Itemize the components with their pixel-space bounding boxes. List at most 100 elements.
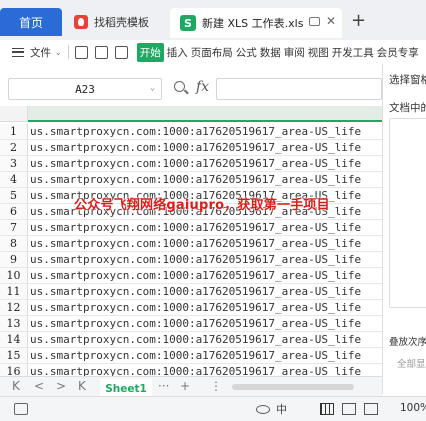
page-break-view-icon[interactable] <box>364 403 378 415</box>
language-indicator[interactable]: 中 <box>276 401 287 417</box>
cell-value[interactable]: us.smartproxycn.com:1000:a17620519617_ar… <box>30 284 361 299</box>
select-all-corner[interactable] <box>0 106 28 122</box>
cell-value[interactable]: us.smartproxycn.com:1000:a17620519617_ar… <box>30 332 361 347</box>
cell-value[interactable]: us.smartproxycn.com:1000:a17620519617_ar… <box>30 156 361 171</box>
cell-value[interactable]: us.smartproxycn.com:1000:a17620519617_ar… <box>30 316 361 331</box>
column-header <box>0 106 382 122</box>
last-sheet-button[interactable]: K <box>78 379 86 393</box>
row-number[interactable]: 16 <box>0 364 28 376</box>
row-number[interactable]: 8 <box>0 236 28 251</box>
cell-value[interactable]: us.smartproxycn.com:1000:a17620519617_ar… <box>30 124 361 139</box>
add-sheet-button[interactable]: + <box>180 379 190 393</box>
cell-value[interactable]: us.smartproxycn.com:1000:a17620519617_ar… <box>30 364 361 376</box>
row-number[interactable]: 14 <box>0 332 28 347</box>
table-row: 10 us.smartproxycn.com:1000:a17620519617_… <box>0 268 382 284</box>
spreadsheet-icon: S <box>180 15 196 31</box>
column-a-header[interactable] <box>28 106 382 122</box>
restore-icon[interactable] <box>309 17 320 26</box>
row-number[interactable]: 12 <box>0 300 28 315</box>
cell-value[interactable]: us.smartproxycn.com:1000:a17620519617_ar… <box>30 348 361 363</box>
save-icon[interactable] <box>74 45 88 59</box>
cell-value[interactable]: us.smartproxycn.com:1000:a17620519617_ar… <box>30 252 361 267</box>
page-layout-view-icon[interactable] <box>342 403 356 415</box>
menu-file[interactable]: 文件 <box>30 45 51 60</box>
prev-sheet-button[interactable]: < <box>34 379 44 393</box>
cell-value[interactable]: us.smartproxycn.com:1000:a17620519617_ar… <box>30 172 361 187</box>
docer-icon <box>74 15 88 29</box>
cell-value[interactable]: us.smartproxycn.com:1000:a17620519617_ar… <box>30 300 361 315</box>
close-tab-icon[interactable]: ✕ <box>326 14 336 28</box>
cell-value[interactable]: us.smartproxycn.com:1000:a17620519617_ar… <box>30 140 361 155</box>
scroll-left-icon[interactable]: ⋮ <box>210 379 222 393</box>
row-number[interactable]: 10 <box>0 268 28 283</box>
menu-view[interactable]: 视图 <box>308 45 329 60</box>
hamburger-icon[interactable] <box>12 47 24 57</box>
table-row: 9 us.smartproxycn.com:1000:a17620519617_a… <box>0 252 382 268</box>
table-row: 16 us.smartproxycn.com:1000:a17620519617_… <box>0 364 382 376</box>
row-number[interactable]: 2 <box>0 140 28 155</box>
pane-order-label: 叠放次序 <box>389 337 426 348</box>
show-all-button[interactable]: 全部显 <box>397 356 426 370</box>
macro-icon[interactable] <box>14 403 28 415</box>
next-sheet-button[interactable]: > <box>56 379 66 393</box>
table-row: 12 us.smartproxycn.com:1000:a17620519617_… <box>0 300 382 316</box>
row-number[interactable]: 5 <box>0 188 28 203</box>
row-number[interactable]: 7 <box>0 220 28 235</box>
zoom-icon[interactable] <box>174 81 185 92</box>
tab-home[interactable]: 首页 <box>0 8 62 36</box>
horizontal-scrollbar[interactable] <box>232 384 354 390</box>
formula-input[interactable] <box>216 78 382 100</box>
pane-title: 选择窗格 <box>389 74 426 86</box>
menu-formulas[interactable]: 公式 <box>236 45 257 60</box>
cell-value[interactable]: us.smartproxycn.com:1000:a17620519617_ar… <box>30 220 361 235</box>
row-number[interactable]: 11 <box>0 284 28 299</box>
formula-bar: A23 ⌄ fx <box>0 76 382 102</box>
row-number[interactable]: 6 <box>0 204 28 219</box>
sheet-tab-bar: K < > K Sheet1 ··· + ⋮ <box>0 376 382 399</box>
first-sheet-button[interactable]: K <box>12 379 20 393</box>
new-tab-button[interactable]: + <box>351 10 366 31</box>
menu-insert[interactable]: 插入 <box>167 45 188 60</box>
tab-template[interactable]: 找稻壳模板 <box>64 8 166 36</box>
row-number[interactable]: 13 <box>0 316 28 331</box>
watermark-text: 公众号飞翔网络gaiupro，获取第一手项目 <box>74 198 330 213</box>
row-number[interactable]: 9 <box>0 252 28 267</box>
table-row: 8 us.smartproxycn.com:1000:a17620519617_a… <box>0 236 382 252</box>
window-tab-bar: 首页 找稻壳模板 S 新建 XLS 工作表.xls ✕ + <box>0 0 426 40</box>
normal-view-icon[interactable] <box>320 403 334 415</box>
menu-data[interactable]: 数据 <box>260 45 281 60</box>
row-number[interactable]: 15 <box>0 348 28 363</box>
table-row: 2 us.smartproxycn.com:1000:a17620519617_a… <box>0 140 382 156</box>
menu-member[interactable]: 会员专享 <box>377 45 419 60</box>
cell-value[interactable]: us.smartproxycn.com:1000:a17620519617_ar… <box>30 268 361 283</box>
menu-review[interactable]: 审阅 <box>284 45 305 60</box>
tab-template-label: 找稻壳模板 <box>94 16 149 29</box>
chevron-down-icon[interactable]: ⌄ <box>150 83 155 92</box>
export-icon[interactable] <box>94 45 108 59</box>
row-number[interactable]: 4 <box>0 172 28 187</box>
zoom-level[interactable]: 100% <box>400 402 426 414</box>
objects-list[interactable] <box>389 118 426 308</box>
menu-page-layout[interactable]: 页面布局 <box>191 45 233 60</box>
eye-icon[interactable] <box>256 405 270 414</box>
table-row: 14 us.smartproxycn.com:1000:a17620519617_… <box>0 332 382 348</box>
cell-reference: A23 <box>75 82 95 96</box>
cell-value[interactable]: us.smartproxycn.com:1000:a17620519617_ar… <box>30 236 361 251</box>
print-icon[interactable] <box>114 45 128 59</box>
row-number[interactable]: 3 <box>0 156 28 171</box>
table-row: 13 us.smartproxycn.com:1000:a17620519617_… <box>0 316 382 332</box>
selection-pane: 选择窗格 文档中的 叠放次序 全部显 <box>382 64 426 394</box>
menu-developer[interactable]: 开发工具 <box>332 45 374 60</box>
sheet-grid[interactable]: 1 us.smartproxycn.com:1000:a17620519617_a… <box>0 106 382 376</box>
more-sheets-button[interactable]: ··· <box>158 379 169 393</box>
table-row: 7 us.smartproxycn.com:1000:a17620519617_a… <box>0 220 382 236</box>
menu-start[interactable]: 开始 <box>136 42 164 62</box>
row-number[interactable]: 1 <box>0 124 28 139</box>
tab-file-label: 新建 XLS 工作表.xls <box>202 17 304 30</box>
status-bar: 中 100% <box>0 396 426 421</box>
table-row: 11 us.smartproxycn.com:1000:a17620519617_… <box>0 284 382 300</box>
tab-file[interactable]: S 新建 XLS 工作表.xls ✕ <box>170 8 342 38</box>
function-icon[interactable]: fx <box>196 79 209 95</box>
name-box[interactable]: A23 ⌄ <box>8 78 162 100</box>
table-row: 4 us.smartproxycn.com:1000:a17620519617_a… <box>0 172 382 188</box>
